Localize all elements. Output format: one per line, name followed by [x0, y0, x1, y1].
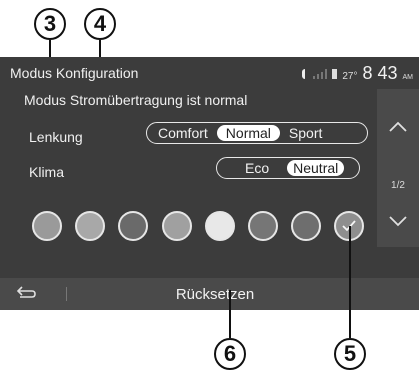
signal-icon	[313, 69, 328, 79]
status-bar: 27° 8 43 AM	[302, 63, 413, 84]
bottom-bar: Rücksetzen	[0, 278, 419, 310]
callout-4: 4	[84, 8, 116, 40]
battery-icon	[332, 69, 338, 79]
page-indicator: 1/2	[391, 180, 405, 191]
chevron-up-icon	[389, 121, 407, 132]
steering-mode-selector: Comfort Normal Sport	[146, 122, 368, 144]
climate-option-eco[interactable]: Eco	[219, 160, 287, 176]
steering-option-sport[interactable]: Sport	[280, 125, 331, 141]
climate-mode-selector: Eco Neutral	[216, 157, 360, 179]
climate-option-neutral[interactable]: Neutral	[287, 160, 345, 176]
ambient-color-swatch-2[interactable]	[75, 211, 105, 241]
scroll-up-button[interactable]	[377, 107, 419, 147]
callout-5-line	[349, 226, 351, 338]
ambient-color-swatch-4[interactable]	[162, 211, 192, 241]
climate-label: Klima	[29, 164, 65, 180]
ambient-color-swatch-3[interactable]	[118, 211, 148, 241]
clock-ampm: AM	[402, 74, 414, 81]
callout-6-line	[229, 290, 231, 338]
back-button[interactable]	[12, 283, 40, 305]
callout-3: 3	[34, 8, 66, 40]
clock: 8 43	[362, 63, 398, 83]
ambient-color-swatch-7[interactable]	[291, 211, 321, 241]
chevron-down-icon	[389, 216, 407, 227]
temperature-readout: 27°	[342, 71, 358, 82]
callout-5: 5	[334, 338, 366, 370]
status-message: Modus Stromübertragung ist normal	[24, 92, 248, 108]
callout-6: 6	[214, 338, 246, 370]
steering-option-normal[interactable]: Normal	[216, 125, 280, 141]
ambient-color-swatch-5[interactable]	[205, 211, 235, 241]
ambient-color-swatch-6[interactable]	[248, 211, 278, 241]
steering-option-comfort[interactable]: Comfort	[149, 125, 217, 141]
page-title: Modus Konfiguration	[10, 65, 139, 81]
scroll-down-button[interactable]	[377, 201, 419, 241]
phone-icon	[302, 69, 308, 79]
back-arrow-icon	[16, 286, 36, 298]
ambient-color-swatch-1[interactable]	[32, 211, 62, 241]
page-scroll-panel: 1/2	[377, 89, 419, 247]
steering-label: Lenkung	[29, 129, 83, 145]
reset-button[interactable]: Rücksetzen	[150, 278, 280, 310]
infotainment-screen: Modus Konfiguration 27° 8 43 AM Modus St…	[0, 57, 419, 310]
divider	[66, 287, 67, 301]
